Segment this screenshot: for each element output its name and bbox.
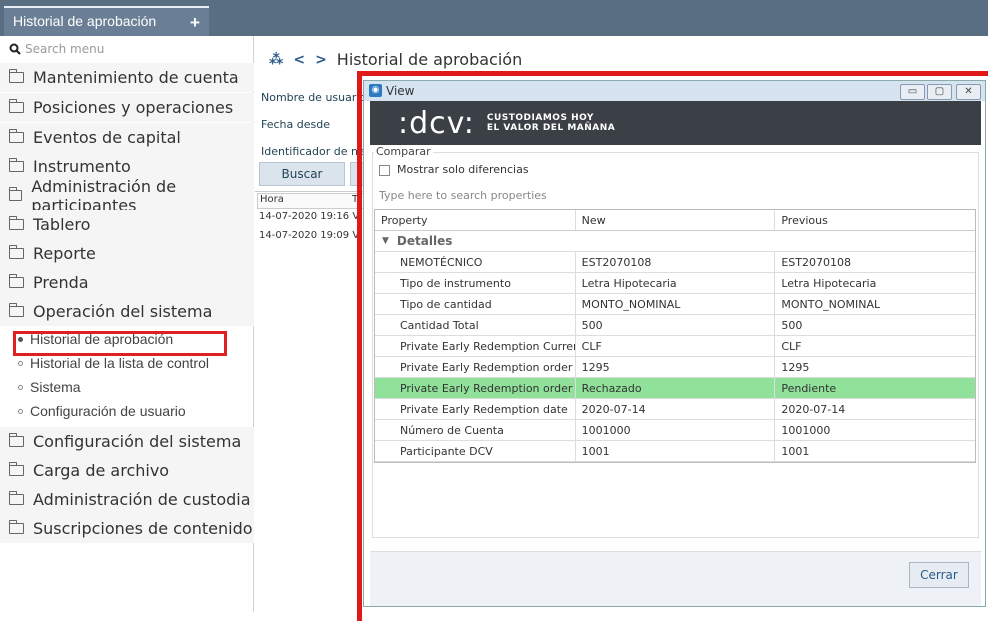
sidebar-item-label: Administración de custodia [33,490,251,509]
sidebar-item-label: Suscripciones de contenido [33,519,253,538]
sidebar-item-posiciones[interactable]: Posiciones y operaciones [0,93,254,122]
folder-icon [8,462,24,476]
filter-label-identificador: Identificador de ne [261,145,365,158]
folder-icon [8,433,24,447]
sitemap-icon[interactable]: ⁂ [269,52,283,68]
search-input[interactable]: Search menu [25,42,104,56]
row-time: 14-07-2020 19:09 [259,230,350,241]
folder-icon [8,158,24,172]
table-row[interactable]: 14-07-2020 19:16 V [257,211,369,227]
folder-open-icon [8,303,24,317]
sidebar-item-label: Administración de participantes [31,176,177,215]
sidebar-item-label: Posiciones y operaciones [33,98,234,117]
sidebar-item-label: Instrumento [33,157,131,176]
buscar-button[interactable]: Buscar [259,162,345,186]
sidebar-item-label: Tablero [33,215,91,234]
page-title: Historial de aprobación [336,50,523,69]
sidebar-item-mantenimiento[interactable]: Mantenimiento de cuenta [0,63,254,92]
sidebar-item-config-sistema[interactable]: Configuración del sistema [0,427,254,456]
folder-icon [8,99,24,113]
sidebar-item-custodia[interactable]: Administración de custodia [0,485,254,514]
sidebar-item-carga[interactable]: Carga de archivo [0,456,254,485]
folder-icon [8,520,24,534]
sidebar-item-label: Mantenimiento de cuenta [33,68,239,87]
annotation-highlight-box [13,331,227,356]
sidebar-item-tablero[interactable]: Tablero [0,210,254,239]
forward-icon[interactable]: > [315,52,327,68]
breadcrumb: ⁂ < > Historial de aprobación [269,50,522,69]
table-row[interactable]: 14-07-2020 19:09 V [257,230,369,246]
sidebar-item-prenda[interactable]: Prenda [0,268,254,297]
sidebar-item-reporte[interactable]: Reporte [0,239,254,268]
sidebar-subitem-sistema[interactable]: Sistema [18,376,81,398]
sidebar: Search menu Mantenimiento de cuenta Posi… [0,36,254,612]
sidebar-item-participantes[interactable]: Administración de participantes [0,177,254,215]
sidebar-item-suscripciones[interactable]: Suscripciones de contenido [0,514,254,543]
filter-label-usuario: Nombre de usuario [261,91,367,104]
sidebar-subitem-config-usuario[interactable]: Configuración de usuario [18,400,186,422]
column-header-hora[interactable]: Hora [260,194,284,205]
folder-icon [8,216,24,230]
tab-bar: Historial de aprobación + [0,0,988,36]
folder-icon [8,69,24,83]
sidebar-subitem-label: Configuración de usuario [30,403,186,419]
sidebar-item-eventos[interactable]: Eventos de capital [0,123,254,152]
sidebar-item-label: Prenda [33,273,89,292]
folder-icon [8,274,24,288]
annotation-dialog-highlight [357,71,988,621]
search-menu[interactable]: Search menu [9,38,104,60]
folder-icon [8,491,24,505]
bullet-icon [18,360,23,366]
sidebar-subitem-label: Sistema [30,379,81,395]
sidebar-item-label: Reporte [33,244,96,263]
folder-icon [8,129,24,143]
sidebar-item-operacion[interactable]: Operación del sistema [0,297,254,326]
back-icon[interactable]: < [293,52,305,68]
bullet-icon [18,408,23,414]
tab-label: Historial de aprobación [13,13,157,29]
results-table [255,191,370,612]
sidebar-item-label: Configuración del sistema [33,432,242,451]
search-icon [9,43,21,55]
sidebar-item-label: Eventos de capital [33,128,181,147]
folder-icon [8,187,23,201]
filter-label-fecha: Fecha desde [261,118,330,131]
bullet-icon [18,384,23,390]
sidebar-subitem-label: Historial de la lista de control [30,355,209,371]
add-tab-icon[interactable]: + [190,13,200,33]
folder-icon [8,245,24,259]
row-time: 14-07-2020 19:16 [259,211,350,222]
sidebar-item-label: Operación del sistema [33,302,213,321]
tab-historial-aprobacion[interactable]: Historial de aprobación + [4,6,209,36]
sidebar-item-label: Carga de archivo [33,461,170,480]
table-header: Hora T [257,193,369,209]
